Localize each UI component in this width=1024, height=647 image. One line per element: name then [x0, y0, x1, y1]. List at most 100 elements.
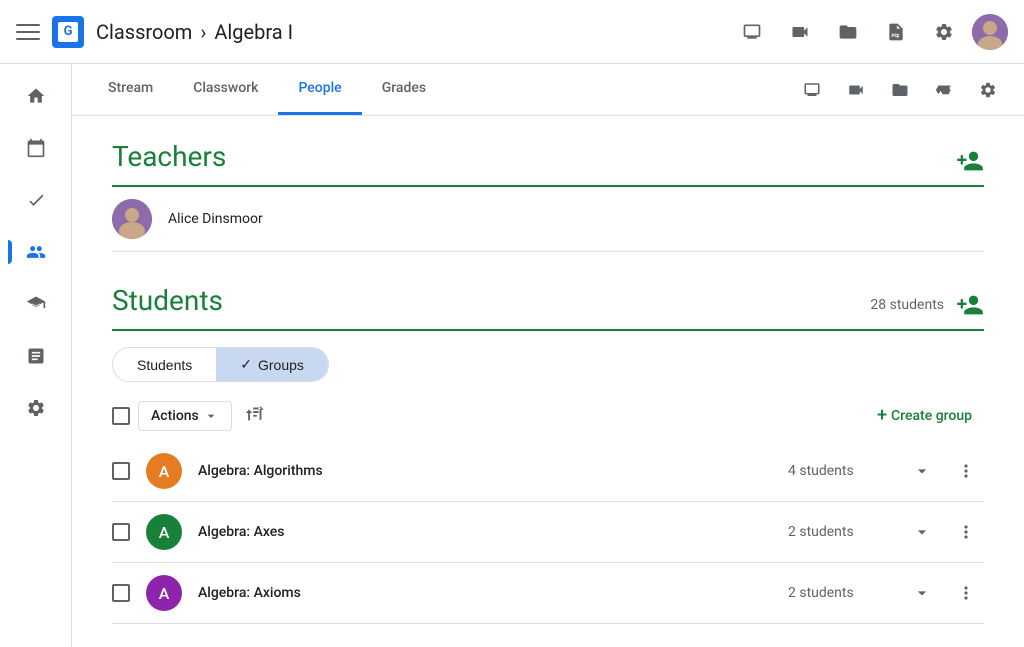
- teachers-title: Teachers: [112, 140, 226, 173]
- group-actions: [904, 514, 984, 550]
- user-avatar[interactable]: [972, 14, 1008, 50]
- sort-az-icon: [244, 402, 266, 424]
- sidebar-item-people[interactable]: [8, 228, 64, 276]
- topbar-title: Classroom › Algebra I: [96, 20, 293, 44]
- toolbar-row: Actions + Create group: [112, 398, 984, 433]
- present-icon-btn[interactable]: [732, 12, 772, 52]
- students-header: Students 28 students: [112, 284, 984, 325]
- group-checkbox[interactable]: [112, 523, 130, 541]
- group-more-btn[interactable]: [948, 514, 984, 550]
- add-student-btn[interactable]: [956, 291, 984, 319]
- group-checkbox[interactable]: [112, 584, 130, 602]
- group-actions: [904, 453, 984, 489]
- settings-icon: [934, 22, 954, 42]
- chevron-down-icon: [912, 461, 932, 481]
- check-mark: ✓: [240, 356, 252, 373]
- group-list: A Algebra: Algorithms 4 students A Algeb…: [112, 441, 984, 624]
- topbar-right: [732, 12, 1008, 52]
- group-expand-btn[interactable]: [904, 514, 940, 550]
- settings-icon-btn[interactable]: [924, 12, 964, 52]
- group-avatar: A: [146, 575, 182, 611]
- tabs-bar: Stream Classwork People Grades: [72, 64, 1024, 116]
- sort-az-btn[interactable]: [240, 398, 270, 433]
- sidebar-item-assignments[interactable]: [8, 332, 64, 380]
- tab-grades[interactable]: Grades: [362, 64, 446, 115]
- group-name: Algebra: Axioms: [198, 585, 772, 601]
- group-count: 4 students: [788, 463, 888, 479]
- breadcrumb-current: Algebra I: [214, 20, 293, 44]
- more-vert-icon: [956, 583, 976, 603]
- group-name: Algebra: Algorithms: [198, 463, 772, 479]
- teachers-section: Teachers Alice Dinsmoor: [112, 140, 984, 252]
- present-tab-icon[interactable]: [792, 70, 832, 110]
- group-expand-btn[interactable]: [904, 575, 940, 611]
- sidebar-item-todo[interactable]: [8, 176, 64, 224]
- tab-classwork[interactable]: Classwork: [173, 64, 278, 115]
- toggle-groups-btn[interactable]: ✓ Groups: [216, 348, 328, 381]
- actions-dropdown-icon: [203, 408, 219, 424]
- assignments-icon: [26, 346, 46, 366]
- groups-label: Groups: [258, 357, 304, 373]
- settings-tab-icon-svg: [979, 81, 997, 99]
- create-group-plus: +: [877, 405, 887, 426]
- add-teacher-btn[interactable]: [956, 147, 984, 175]
- people-icon: [26, 242, 46, 262]
- toggle-students-btn[interactable]: Students: [113, 348, 216, 381]
- present-icon: [742, 22, 762, 42]
- drive-icon-btn[interactable]: [876, 12, 916, 52]
- sidebar-item-settings[interactable]: [8, 384, 64, 432]
- video-tab-icon[interactable]: [836, 70, 876, 110]
- chevron-down-icon: [912, 583, 932, 603]
- select-all-checkbox[interactable]: [112, 407, 130, 425]
- app-name: Classroom: [96, 20, 192, 44]
- folder-icon-btn[interactable]: [828, 12, 868, 52]
- group-avatar: A: [146, 514, 182, 550]
- group-more-btn[interactable]: [948, 453, 984, 489]
- drive-tab-icon-svg: [935, 81, 953, 99]
- group-actions: [904, 575, 984, 611]
- topbar: G Classroom › Algebra I: [0, 0, 1024, 64]
- actions-button[interactable]: Actions: [138, 401, 232, 431]
- group-expand-btn[interactable]: [904, 453, 940, 489]
- drive-tab-icon[interactable]: [924, 70, 964, 110]
- hamburger-menu[interactable]: [16, 20, 40, 44]
- calendar-icon: [26, 138, 46, 158]
- video-icon: [790, 22, 810, 42]
- tabs-right: [792, 70, 1008, 110]
- group-more-btn[interactable]: [948, 575, 984, 611]
- folder-tab-icon[interactable]: [880, 70, 920, 110]
- topbar-left: G Classroom › Algebra I: [16, 16, 732, 48]
- tab-people[interactable]: People: [278, 64, 361, 115]
- teacher-name: Alice Dinsmoor: [168, 211, 263, 227]
- sidebar-item-calendar[interactable]: [8, 124, 64, 172]
- chevron-down-icon: [912, 522, 932, 542]
- group-row: A Algebra: Algorithms 4 students: [112, 441, 984, 502]
- content-area: Stream Classwork People Grades: [72, 64, 1024, 647]
- students-count-label: 28 students: [870, 297, 944, 313]
- sidebar: [0, 64, 72, 647]
- projector-icon: [803, 81, 821, 99]
- students-title: Students: [112, 284, 223, 317]
- group-avatar: A: [146, 453, 182, 489]
- settings-tab-icon[interactable]: [968, 70, 1008, 110]
- toolbar-left: Actions: [112, 398, 270, 433]
- tab-stream[interactable]: Stream: [88, 64, 173, 115]
- students-divider: [112, 329, 984, 331]
- page-content: Teachers Alice Dinsmoor: [72, 116, 1024, 647]
- breadcrumb-separator: ›: [200, 20, 206, 44]
- more-vert-icon: [956, 461, 976, 481]
- avatar-image: [972, 14, 1008, 50]
- group-count: 2 students: [788, 585, 888, 601]
- group-checkbox[interactable]: [112, 462, 130, 480]
- sidebar-item-home[interactable]: [8, 72, 64, 120]
- home-icon: [26, 86, 46, 106]
- toggle-group: Students ✓ Groups: [112, 347, 329, 382]
- create-group-btn[interactable]: + Create group: [865, 399, 984, 432]
- main-layout: Stream Classwork People Grades: [0, 64, 1024, 647]
- todo-icon: [26, 190, 46, 210]
- sidebar-item-courses[interactable]: [8, 280, 64, 328]
- teacher-row: Alice Dinsmoor: [112, 187, 984, 252]
- add-student-icon: [956, 291, 984, 319]
- add-person-icon: [956, 147, 984, 175]
- video-icon-btn[interactable]: [780, 12, 820, 52]
